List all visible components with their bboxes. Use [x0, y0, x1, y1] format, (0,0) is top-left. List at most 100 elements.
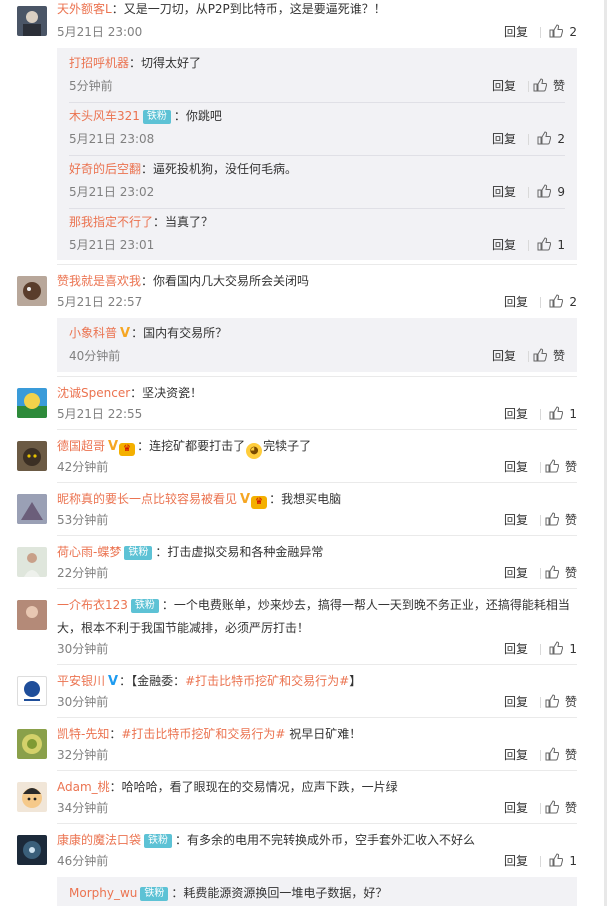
divider: [57, 376, 577, 377]
reply-body: ：逼死投机狗，没任何毛病。: [141, 162, 298, 176]
topic-link[interactable]: #打击比特币挖矿和交易行为#: [121, 727, 285, 741]
like-button[interactable]: 2: [549, 292, 577, 312]
user-name-link[interactable]: 沈诚Spencer: [57, 386, 130, 400]
comment-body-tail: 】: [349, 674, 362, 688]
thumb-up-icon: [537, 131, 552, 145]
user-name-link[interactable]: 好奇的后空翻: [69, 162, 141, 176]
comment-body: ：【金融委：: [119, 674, 186, 688]
like-button[interactable]: 1: [549, 404, 577, 424]
reply-button[interactable]: 回复: [504, 692, 528, 712]
reply-body: ：当真了？: [153, 215, 214, 229]
fan-badge[interactable]: 铁粉: [144, 834, 173, 848]
user-name-link[interactable]: 德国超哥: [57, 439, 105, 453]
comment-body-tail: 完犊子了: [263, 439, 312, 453]
timestamp: 5月21日 22:57: [57, 295, 143, 309]
reply-button[interactable]: 回复: [504, 510, 528, 530]
like-button[interactable]: 赞: [545, 798, 577, 818]
reply-body: ：耗费能源资源换回一堆电子数据，好？: [171, 886, 388, 900]
reply-button[interactable]: 回复: [504, 292, 528, 312]
user-name-link[interactable]: 小象科普: [69, 326, 117, 340]
reply-box: 打招呼机器：切得太好了 5分钟前 回复赞 木头风车321 铁粉 ：你跳吧 5月21日 …: [57, 48, 577, 260]
thumb-up-icon: [545, 694, 559, 708]
fan-badge[interactable]: 铁粉: [140, 887, 169, 901]
like-button[interactable]: 9: [537, 182, 565, 202]
user-name-link[interactable]: 木头风车321: [69, 109, 140, 123]
user-name-link[interactable]: Adam_桃: [57, 780, 110, 794]
user-name-link[interactable]: 一介布衣123: [57, 598, 128, 612]
avatar[interactable]: [17, 729, 47, 759]
user-name-link[interactable]: 平安银川: [57, 674, 105, 688]
divider: [540, 297, 541, 308]
avatar[interactable]: [17, 388, 47, 418]
divider: [57, 717, 577, 718]
divider: [69, 102, 565, 103]
avatar[interactable]: [17, 276, 47, 306]
like-button[interactable]: 1: [549, 851, 577, 871]
thumb-up-icon: [549, 641, 564, 655]
user-name-link[interactable]: 赞我就是喜欢我: [57, 274, 141, 288]
avatar[interactable]: [17, 6, 47, 36]
avatar[interactable]: [17, 676, 47, 706]
user-name-link[interactable]: 天外额客L: [57, 2, 112, 16]
divider: [57, 535, 577, 536]
user-name-link[interactable]: 凯特-先知: [57, 727, 109, 741]
reply-button[interactable]: 回复: [504, 851, 528, 871]
fan-badge[interactable]: 铁粉: [142, 110, 171, 124]
reply-button[interactable]: 回复: [504, 639, 528, 659]
fan-badge[interactable]: 铁粉: [124, 546, 153, 560]
like-button[interactable]: 赞: [545, 457, 577, 477]
like-button[interactable]: 赞: [545, 745, 577, 765]
timestamp: 46分钟前: [57, 854, 109, 868]
like-button[interactable]: 赞: [533, 76, 565, 96]
reply-button[interactable]: 回复: [504, 745, 528, 765]
comment-meta: 5月21日 23:00 回复 2: [57, 22, 577, 42]
like-button[interactable]: 赞: [533, 346, 565, 366]
reply-button[interactable]: 回复: [492, 129, 516, 149]
avatar[interactable]: [17, 441, 47, 471]
user-name-link[interactable]: 打招呼机器: [69, 56, 129, 70]
avatar[interactable]: [17, 547, 47, 577]
comment-body-tail: 祝早日矿难！: [285, 727, 362, 741]
avatar[interactable]: [17, 835, 47, 865]
reply-button[interactable]: 回复: [504, 22, 528, 42]
comment-body: ：有多余的电用不完转换成外币，空手套外汇收入不好么: [175, 833, 476, 847]
reply-button[interactable]: 回复: [504, 798, 528, 818]
reply-button[interactable]: 回复: [504, 563, 528, 583]
user-name-link[interactable]: 昵称真的要长一点比较容易被看见: [57, 492, 237, 506]
reply-body: ：国内有交易所？: [131, 326, 228, 340]
like-button[interactable]: 赞: [545, 692, 577, 712]
reply-button[interactable]: 回复: [504, 404, 528, 424]
reply-button[interactable]: 回复: [492, 182, 516, 202]
topic-link[interactable]: #打击比特币挖矿和交易行为#: [185, 674, 349, 688]
like-count: 赞: [564, 748, 577, 762]
medal-icon: ♛: [251, 496, 268, 509]
like-button[interactable]: 赞: [545, 563, 577, 583]
user-name-link[interactable]: 那我指定不行了: [69, 215, 153, 229]
thumb-up-icon: [545, 512, 559, 526]
like-button[interactable]: 1: [549, 639, 577, 659]
like-count: 1: [569, 407, 577, 421]
timestamp: 42分钟前: [57, 460, 109, 474]
timestamp: 5分钟前: [69, 79, 113, 93]
reply-button[interactable]: 回复: [492, 76, 516, 96]
avatar[interactable]: [17, 600, 47, 630]
reply-button[interactable]: 回复: [492, 346, 516, 366]
thumb-up-icon: [545, 800, 559, 814]
like-button[interactable]: 1: [537, 235, 565, 255]
fan-badge[interactable]: 铁粉: [130, 599, 159, 613]
divider: [57, 664, 577, 665]
avatar[interactable]: [17, 494, 47, 524]
like-button[interactable]: 2: [537, 129, 565, 149]
reply-button[interactable]: 回复: [492, 235, 516, 255]
avatar[interactable]: [17, 782, 47, 812]
like-button[interactable]: 2: [549, 22, 577, 42]
reply-button[interactable]: 回复: [504, 457, 528, 477]
like-button[interactable]: 赞: [545, 510, 577, 530]
thumb-up-icon: [549, 853, 564, 867]
comment-body: ：打击虚拟交易和各种金融异常: [155, 545, 324, 559]
user-name-link[interactable]: 荷心雨-蝶梦: [57, 545, 121, 559]
user-name-link[interactable]: Morphy_wu: [69, 886, 137, 900]
comment-body: ：哈哈哈，看了眼现在的交易情况，应声下跌，一片绿: [109, 780, 398, 794]
user-name-link[interactable]: 康康的魔法口袋: [57, 833, 141, 847]
divider: [540, 27, 541, 38]
